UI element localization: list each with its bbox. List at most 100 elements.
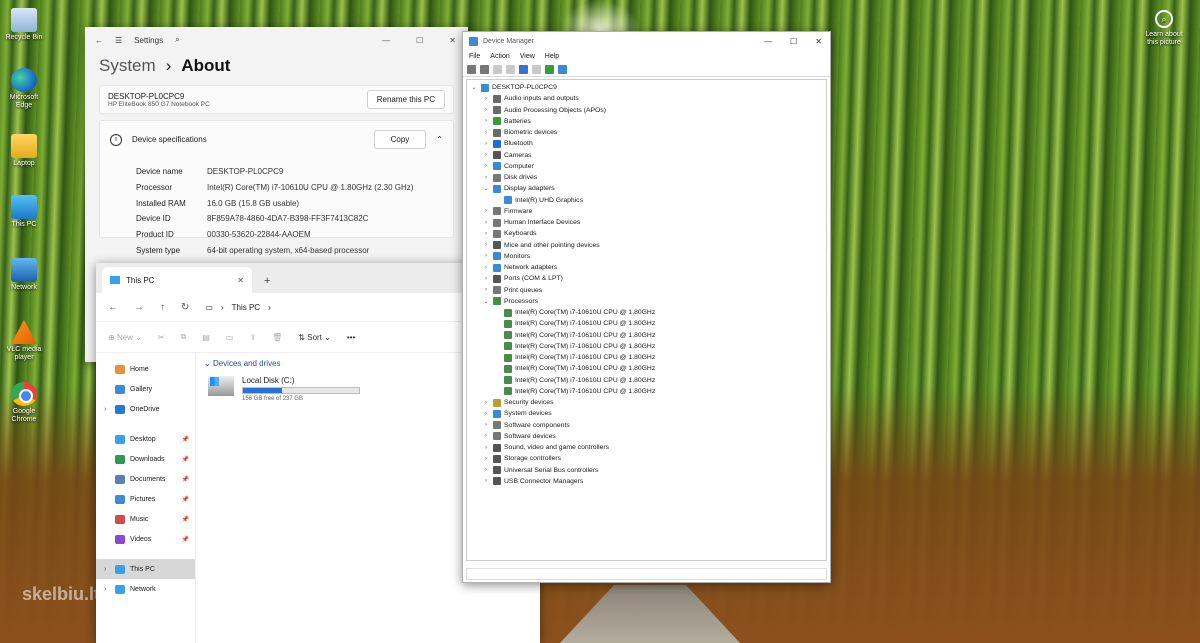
- chevron-right-icon[interactable]: ›: [482, 175, 490, 181]
- tree-device[interactable]: Intel(R) Core(TM) i7-10610U CPU @ 1.80GH…: [467, 352, 826, 363]
- pin-icon[interactable]: 📌: [182, 496, 189, 503]
- sort-button[interactable]: ⇅ Sort ⌄: [298, 333, 331, 342]
- delete-icon[interactable]: 🗑: [272, 333, 282, 342]
- chevron-right-icon[interactable]: ›: [482, 400, 490, 406]
- tree-category[interactable]: › Security devices: [467, 397, 826, 408]
- chevron-right-icon[interactable]: ›: [482, 163, 490, 169]
- properties-icon[interactable]: [493, 65, 502, 74]
- maximize-icon[interactable]: ☐: [416, 36, 423, 45]
- chevron-right-icon[interactable]: ›: [482, 220, 490, 226]
- rename-pc-button[interactable]: Rename this PC: [366, 90, 445, 109]
- tree-category[interactable]: › Human Interface Devices: [467, 217, 826, 228]
- chevron-right-icon[interactable]: ›: [482, 242, 490, 248]
- chevron-right-icon[interactable]: ›: [482, 467, 490, 473]
- sidebar-item-home[interactable]: Home: [96, 359, 195, 379]
- desktop-icon-recycle-bin[interactable]: Recycle Bin: [4, 8, 44, 42]
- tree-category[interactable]: › Bluetooth: [467, 138, 826, 149]
- chevron-right-icon[interactable]: ›: [482, 287, 490, 293]
- chevron-right-icon[interactable]: ›: [482, 445, 490, 451]
- search-icon[interactable]: ⌕: [175, 35, 179, 45]
- learn-about-picture[interactable]: ⌕ Learn about this picture: [1140, 10, 1188, 47]
- chevron-right-icon[interactable]: ›: [482, 118, 490, 124]
- cut-icon[interactable]: ✂: [158, 333, 165, 342]
- chevron-right-icon[interactable]: ›: [482, 130, 490, 136]
- tree-category[interactable]: › Storage controllers: [467, 453, 826, 464]
- menu-action[interactable]: Action: [490, 53, 509, 60]
- sidebar-item-gallery[interactable]: Gallery: [96, 379, 195, 399]
- refresh-icon[interactable]: ↻: [181, 302, 189, 313]
- more-options-icon[interactable]: •••: [347, 333, 355, 342]
- address-bar[interactable]: ▭ › This PC ›: [205, 303, 270, 312]
- hamburger-menu-icon[interactable]: ☰: [115, 36, 122, 45]
- pin-icon[interactable]: 📌: [182, 456, 189, 463]
- tree-device[interactable]: Intel(R) Core(TM) i7-10610U CPU @ 1.80GH…: [467, 307, 826, 318]
- sidebar-item-network[interactable]: › Network: [96, 579, 195, 599]
- tree-category[interactable]: › Network adapters: [467, 262, 826, 273]
- chevron-right-icon[interactable]: ›: [482, 152, 490, 158]
- tree-category[interactable]: › Biometric devices: [467, 127, 826, 138]
- up-arrow-icon[interactable]: ↑: [160, 302, 165, 313]
- sidebar-item-music[interactable]: Music 📌: [96, 509, 195, 529]
- tree-category[interactable]: › Keyboards: [467, 228, 826, 239]
- chevron-right-icon[interactable]: ›: [482, 433, 490, 439]
- copy-icon[interactable]: ⧉: [181, 332, 187, 342]
- tree-device[interactable]: Intel(R) Core(TM) i7-10610U CPU @ 1.80GH…: [467, 386, 826, 397]
- tree-category[interactable]: › Cameras: [467, 150, 826, 161]
- chevron-right-icon[interactable]: ›: [482, 208, 490, 214]
- desktop-icon-laptop[interactable]: Laptop: [4, 134, 44, 168]
- sidebar-item-pictures[interactable]: Pictures 📌: [96, 489, 195, 509]
- tree-category[interactable]: › USB Connector Managers: [467, 476, 826, 487]
- tree-category[interactable]: ⌄ Processors: [467, 296, 826, 307]
- sidebar-item-downloads[interactable]: Downloads 📌: [96, 449, 195, 469]
- paste-icon[interactable]: ▤: [202, 333, 210, 342]
- menu-view[interactable]: View: [520, 53, 535, 60]
- tree-device[interactable]: Intel(R) Core(TM) i7-10610U CPU @ 1.80GH…: [467, 330, 826, 341]
- tree-category[interactable]: › Software devices: [467, 431, 826, 442]
- chevron-right-icon[interactable]: ›: [482, 231, 490, 237]
- menu-help[interactable]: Help: [545, 53, 559, 60]
- help-icon[interactable]: [519, 65, 528, 74]
- specs-header[interactable]: i Device specifications Copy ⌃: [100, 121, 453, 158]
- tree-device[interactable]: Intel(R) Core(TM) i7-10610U CPU @ 1.80GH…: [467, 363, 826, 374]
- chevron-right-icon[interactable]: ›: [482, 265, 490, 271]
- tree-category[interactable]: › Firmware: [467, 206, 826, 217]
- tree-category[interactable]: › System devices: [467, 408, 826, 419]
- desktop-icon-this-pc[interactable]: This PC: [4, 195, 44, 229]
- forward-arrow-icon[interactable]: [480, 65, 489, 74]
- tree-category[interactable]: ⌄ Display adapters: [467, 183, 826, 194]
- chevron-up-icon[interactable]: ⌃: [436, 135, 443, 144]
- tree-category[interactable]: › Print queues: [467, 285, 826, 296]
- tree-category[interactable]: › Monitors: [467, 251, 826, 262]
- tree-root[interactable]: ⌄ DESKTOP-PL0CPC9: [467, 82, 826, 93]
- chevron-right-icon[interactable]: ›: [482, 456, 490, 462]
- desktop-icon-edge[interactable]: Microsoft Edge: [4, 68, 44, 110]
- chevron-down-icon[interactable]: ⌄: [482, 185, 490, 192]
- tree-category[interactable]: › Sound, video and game controllers: [467, 442, 826, 453]
- tree-category[interactable]: › Batteries: [467, 116, 826, 127]
- close-icon[interactable]: ✕: [815, 37, 822, 46]
- chevron-right-icon[interactable]: ›: [104, 406, 110, 413]
- devices-section-header[interactable]: ⌄ Devices and drives: [204, 359, 360, 368]
- chevron-right-icon[interactable]: ›: [482, 96, 490, 102]
- desktop-icon-chrome[interactable]: Google Chrome: [4, 382, 44, 424]
- chevron-down-icon[interactable]: ⌄: [470, 84, 478, 91]
- new-button[interactable]: ⊕ New ⌄: [108, 333, 142, 342]
- minimize-icon[interactable]: —: [764, 37, 772, 46]
- tree-category[interactable]: › Audio Processing Objects (APOs): [467, 105, 826, 116]
- desktop-icon-vlc[interactable]: VLC media player: [4, 320, 44, 362]
- new-tab-icon[interactable]: +: [252, 275, 282, 293]
- chevron-right-icon[interactable]: ›: [482, 107, 490, 113]
- grid-view-icon[interactable]: [532, 65, 541, 74]
- tree-category[interactable]: › Disk drives: [467, 172, 826, 183]
- pin-icon[interactable]: 📌: [182, 436, 189, 443]
- pin-icon[interactable]: 📌: [182, 476, 189, 483]
- chevron-right-icon[interactable]: ›: [482, 141, 490, 147]
- breadcrumb-system[interactable]: System: [99, 56, 156, 76]
- sidebar-item-desktop[interactable]: Desktop 📌: [96, 429, 195, 449]
- chevron-right-icon[interactable]: ›: [482, 253, 490, 259]
- tree-category[interactable]: › Audio inputs and outputs: [467, 93, 826, 104]
- rename-icon[interactable]: ▭: [226, 333, 234, 342]
- pin-icon[interactable]: 📌: [182, 536, 189, 543]
- chevron-down-icon[interactable]: ⌄: [482, 298, 490, 305]
- tree-category[interactable]: › Ports (COM & LPT): [467, 273, 826, 284]
